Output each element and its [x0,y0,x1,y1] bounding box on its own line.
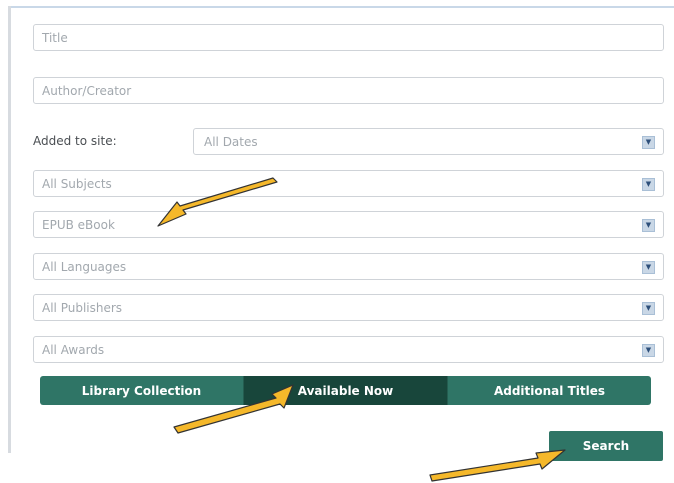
arrow-icon [429,449,566,482]
arrow-icon [157,177,278,227]
annotation-arrows [157,177,566,482]
arrow-icon [173,384,294,434]
